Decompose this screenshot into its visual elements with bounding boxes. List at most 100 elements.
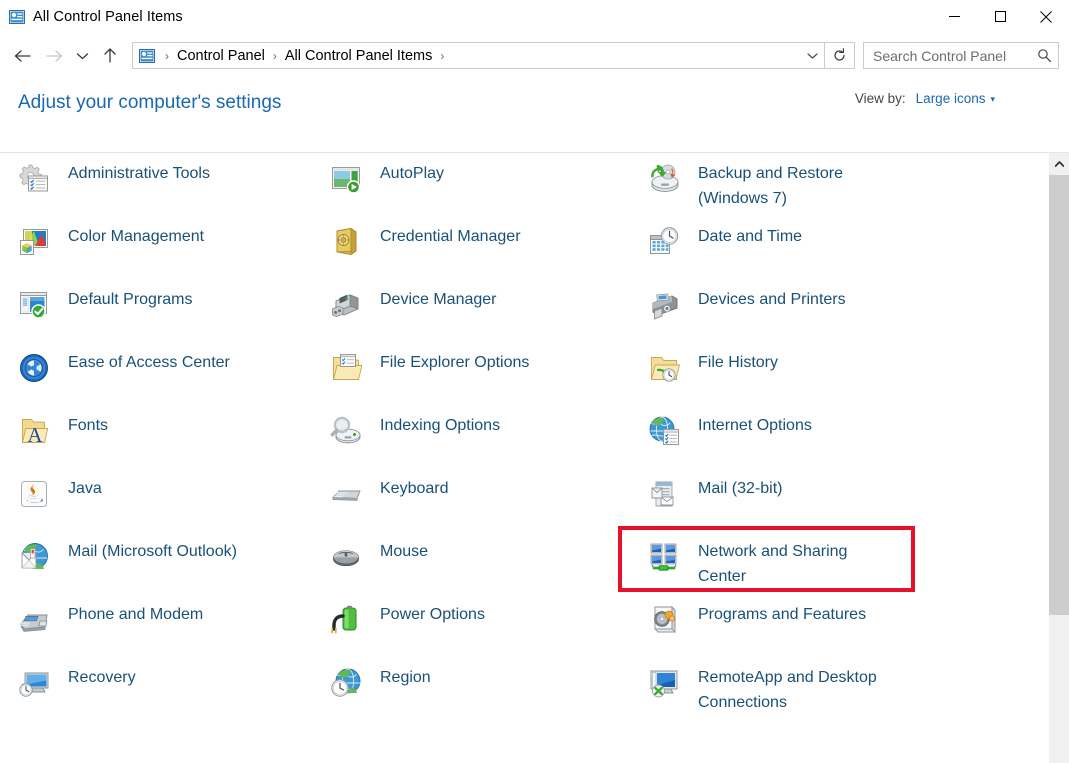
- control-panel-item-grid: Administrative Tools AutoPlay Backup and…: [0, 153, 1048, 763]
- control-panel-item-remoteapp-and-desktop-connections[interactable]: RemoteApp and Desktop Connections: [648, 665, 877, 715]
- java-icon: [18, 478, 50, 510]
- window-title: All Control Panel Items: [33, 9, 183, 25]
- control-panel-item-device-manager[interactable]: Device Manager: [330, 287, 497, 321]
- control-panel-item-label: Power Options: [380, 602, 485, 627]
- title-bar: All Control Panel Items: [0, 0, 1069, 33]
- fonts-icon: A: [18, 415, 50, 447]
- control-panel-item-label: Java: [68, 476, 102, 501]
- control-panel-item-date-and-time[interactable]: Date and Time: [648, 224, 802, 258]
- breadcrumb-all-control-panel-items[interactable]: All Control Panel Items: [282, 48, 435, 64]
- forward-button[interactable]: [38, 40, 70, 72]
- svg-text:A: A: [27, 423, 43, 447]
- maximize-button[interactable]: [977, 0, 1023, 33]
- scroll-up-button[interactable]: [1049, 153, 1069, 174]
- file-explorer-options-icon: [330, 352, 362, 384]
- control-panel-item-label: Programs and Features: [698, 602, 866, 627]
- control-panel-item-java[interactable]: Java: [18, 476, 102, 510]
- control-panel-item-label: Devices and Printers: [698, 287, 846, 312]
- breadcrumb-separator-2: ›: [435, 49, 449, 63]
- remoteapp-and-desktop-connections-icon: [648, 667, 680, 699]
- indexing-options-icon: [330, 415, 362, 447]
- control-panel-item-color-management[interactable]: Color Management: [18, 224, 204, 258]
- control-panel-item-recovery[interactable]: Recovery: [18, 665, 136, 699]
- control-panel-item-devices-and-printers[interactable]: Devices and Printers: [648, 287, 846, 321]
- backup-and-restore-icon: [648, 163, 680, 195]
- color-management-icon: [18, 226, 50, 258]
- scrollbar-thumb[interactable]: [1049, 175, 1069, 615]
- control-panel-item-mail-32-bit[interactable]: Mail (32-bit): [648, 476, 782, 510]
- control-panel-item-administrative-tools[interactable]: Administrative Tools: [18, 161, 210, 195]
- control-panel-item-power-options[interactable]: Power Options: [330, 602, 485, 636]
- breadcrumb-control-panel[interactable]: Control Panel: [174, 48, 268, 64]
- ease-of-access-center-icon: [18, 352, 50, 384]
- control-panel-item-autoplay[interactable]: AutoPlay: [330, 161, 444, 195]
- view-by-control: View by: Large icons ▾: [855, 91, 995, 106]
- control-panel-item-credential-manager[interactable]: Credential Manager: [330, 224, 521, 258]
- search-icon[interactable]: [1030, 48, 1058, 63]
- address-dropdown-chevron-down-icon[interactable]: [800, 43, 824, 68]
- control-panel-item-label: Fonts: [68, 413, 108, 438]
- mail-32bit-icon: [648, 478, 680, 510]
- control-panel-item-label: File Explorer Options: [380, 350, 529, 375]
- search-box[interactable]: [863, 42, 1059, 69]
- close-button[interactable]: [1023, 0, 1069, 33]
- minimize-button[interactable]: [931, 0, 977, 33]
- control-panel-item-label: Mouse: [380, 539, 428, 564]
- control-panel-item-indexing-options[interactable]: Indexing Options: [330, 413, 500, 447]
- control-panel-item-label: Date and Time: [698, 224, 802, 249]
- control-panel-item-network-and-sharing-center[interactable]: Network and Sharing Center: [648, 539, 847, 589]
- file-history-icon: [648, 352, 680, 384]
- control-panel-item-label: RemoteApp and Desktop Connections: [698, 665, 877, 715]
- control-panel-item-label: AutoPlay: [380, 161, 444, 186]
- breadcrumb-separator-0: ›: [160, 49, 174, 63]
- power-options-icon: [330, 604, 362, 636]
- vertical-scrollbar[interactable]: [1048, 153, 1069, 763]
- control-panel-item-phone-and-modem[interactable]: Phone and Modem: [18, 602, 203, 636]
- control-panel-item-ease-of-access-center[interactable]: Ease of Access Center: [18, 350, 230, 384]
- control-panel-item-label: Backup and Restore (Windows 7): [698, 161, 843, 211]
- control-panel-item-fonts[interactable]: A Fonts: [18, 413, 108, 447]
- search-input[interactable]: [864, 48, 1030, 64]
- default-programs-icon: [18, 289, 50, 321]
- control-panel-item-internet-options[interactable]: Internet Options: [648, 413, 812, 447]
- date-and-time-icon: [648, 226, 680, 258]
- administrative-tools-icon: [18, 163, 50, 195]
- control-panel-item-label: Mail (Microsoft Outlook): [68, 539, 237, 564]
- devices-and-printers-icon: [648, 289, 680, 321]
- control-panel-item-label: Color Management: [68, 224, 204, 249]
- autoplay-icon: [330, 163, 362, 195]
- mail-outlook-icon: [18, 541, 50, 573]
- control-panel-item-label: Network and Sharing Center: [698, 539, 847, 589]
- view-by-value[interactable]: Large icons: [916, 91, 986, 106]
- control-panel-item-region[interactable]: Region: [330, 665, 431, 699]
- address-control-panel-icon: [139, 48, 155, 64]
- chevron-down-icon[interactable]: ▾: [990, 94, 995, 105]
- control-panel-item-file-history[interactable]: File History: [648, 350, 778, 384]
- control-panel-item-label: Device Manager: [380, 287, 497, 312]
- control-panel-item-backup-and-restore-windows-7[interactable]: Backup and Restore (Windows 7): [648, 161, 843, 211]
- control-panel-item-keyboard[interactable]: Keyboard: [330, 476, 449, 510]
- control-panel-item-label: Region: [380, 665, 431, 690]
- recent-locations-button[interactable]: [70, 40, 94, 72]
- back-button[interactable]: [6, 40, 38, 72]
- control-panel-item-default-programs[interactable]: Default Programs: [18, 287, 193, 321]
- control-panel-icon: [9, 9, 25, 25]
- control-panel-item-label: Default Programs: [68, 287, 193, 312]
- control-panel-item-label: Indexing Options: [380, 413, 500, 438]
- page-title: Adjust your computer's settings: [18, 92, 281, 114]
- control-panel-item-label: Administrative Tools: [68, 161, 210, 186]
- address-bar[interactable]: › Control Panel › All Control Panel Item…: [132, 42, 825, 69]
- control-panel-item-mail-microsoft-outlook[interactable]: Mail (Microsoft Outlook): [18, 539, 237, 573]
- control-panel-item-programs-and-features[interactable]: Programs and Features: [648, 602, 866, 636]
- network-and-sharing-center-icon: [648, 541, 680, 573]
- recovery-icon: [18, 667, 50, 699]
- control-panel-item-label: Credential Manager: [380, 224, 521, 249]
- credential-manager-icon: [330, 226, 362, 258]
- window-controls: [931, 0, 1069, 33]
- refresh-button[interactable]: [825, 42, 855, 69]
- control-panel-item-file-explorer-options[interactable]: File Explorer Options: [330, 350, 529, 384]
- up-button[interactable]: [94, 40, 126, 72]
- control-panel-item-label: Phone and Modem: [68, 602, 203, 627]
- control-panel-item-mouse[interactable]: Mouse: [330, 539, 428, 573]
- internet-options-icon: [648, 415, 680, 447]
